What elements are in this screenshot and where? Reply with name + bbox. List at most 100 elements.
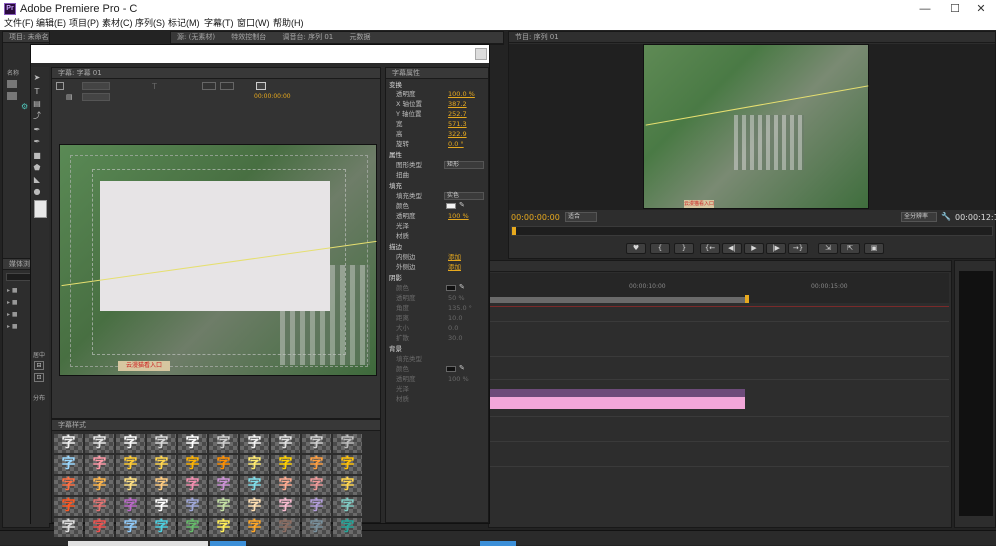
mark-in-button[interactable]: {	[650, 243, 670, 254]
prop-texture[interactable]: 材质	[386, 231, 490, 241]
shadow-color-swatch[interactable]	[446, 285, 456, 291]
title-style-swatch[interactable]: 字	[116, 518, 145, 537]
title-style-swatch[interactable]: 字	[147, 518, 176, 537]
title-style-swatch[interactable]: 字	[147, 476, 176, 495]
eyedropper-icon[interactable]: ✎	[459, 364, 465, 372]
rectangle-shape[interactable]	[100, 181, 330, 311]
tab-effect-controls[interactable]: 特效控制台	[231, 33, 266, 41]
background-timecode[interactable]: 00:00:00:00	[254, 93, 291, 100]
prop-distort[interactable]: 扭曲	[386, 170, 490, 180]
menu-clip[interactable]: 素材(C)	[102, 18, 133, 29]
title-style-swatch[interactable]: 字	[85, 476, 114, 495]
title-style-swatch[interactable]: 字	[178, 434, 207, 453]
zoom-fit-dropdown[interactable]: 适合	[565, 212, 597, 222]
center-horizontal-button[interactable]: ⊟	[34, 361, 44, 370]
font-family-dropdown[interactable]	[82, 82, 110, 90]
title-style-swatch[interactable]: 字	[240, 497, 269, 516]
title-style-swatch[interactable]: 字	[147, 497, 176, 516]
title-style-swatch[interactable]: 字	[54, 476, 83, 495]
fill-section[interactable]: 填充	[386, 181, 490, 191]
title-style-swatch[interactable]: 字	[178, 476, 207, 495]
title-style-swatch[interactable]: 字	[240, 434, 269, 453]
title-style-swatch[interactable]: 字	[302, 476, 331, 495]
menu-help[interactable]: 帮助(H)	[273, 18, 304, 29]
title-style-swatch[interactable]: 字	[116, 476, 145, 495]
title-style-swatch[interactable]: 字	[209, 476, 238, 495]
area-type-tool-icon[interactable]: ▤	[32, 99, 42, 108]
pen-tool-icon[interactable]: ✒	[32, 125, 42, 134]
x-position-value[interactable]: 387.2	[448, 99, 467, 109]
title-style-swatch[interactable]: 字	[333, 455, 362, 474]
menu-marker[interactable]: 标记(M)	[168, 18, 200, 29]
title-style-swatch[interactable]: 字	[302, 518, 331, 537]
minimize-button[interactable]: —	[910, 2, 940, 16]
title-style-swatch[interactable]: 字	[240, 476, 269, 495]
export-frame-button[interactable]: ▣	[864, 243, 884, 254]
title-style-swatch[interactable]: 字	[271, 434, 300, 453]
prop-bg-texture[interactable]: 材质	[386, 394, 490, 404]
fill-color-swatch[interactable]	[446, 203, 456, 209]
title-style-swatch[interactable]: 字	[85, 455, 114, 474]
attributes-section[interactable]: 属性	[386, 150, 490, 160]
roll-crawl-icon[interactable]: ▤	[66, 93, 73, 101]
y-position-value[interactable]: 252.7	[448, 109, 467, 119]
opacity-value[interactable]: 100.0 %	[448, 89, 475, 99]
program-scrubber[interactable]	[511, 226, 993, 236]
center-vertical-button[interactable]: ⊡	[34, 373, 44, 382]
lift-button[interactable]: ⇲	[818, 243, 838, 254]
title-style-swatch[interactable]: 字	[178, 497, 207, 516]
ellipse-tool-icon[interactable]: ●	[32, 187, 42, 196]
go-to-out-button[interactable]: →}	[788, 243, 808, 254]
title-style-swatch[interactable]: 字	[178, 455, 207, 474]
effects-folder[interactable]: ▸ ■	[7, 299, 31, 309]
fill-type-dropdown[interactable]: 实色	[444, 192, 484, 200]
strokes-section[interactable]: 描边	[386, 242, 490, 252]
menu-edit[interactable]: 编辑(E)	[36, 18, 66, 29]
menu-file[interactable]: 文件(F)	[4, 18, 34, 29]
title-style-swatch[interactable]: 字	[209, 497, 238, 516]
title-style-swatch[interactable]: 字	[240, 455, 269, 474]
tab-audio-mixer[interactable]: 调音台: 序列 01	[283, 33, 334, 41]
title-style-swatch[interactable]: 字	[302, 497, 331, 516]
path-type-tool-icon[interactable]: ⤴	[32, 111, 42, 120]
tab-project[interactable]: 项目: 未命名	[3, 32, 49, 43]
add-anchor-icon[interactable]: ✒	[32, 137, 42, 146]
title-style-swatch[interactable]: 字	[240, 518, 269, 537]
tab-title-properties[interactable]: 字幕属性	[386, 68, 488, 79]
tab-metadata[interactable]: 元数据	[349, 33, 370, 41]
menu-window[interactable]: 窗口(W)	[237, 18, 270, 29]
title-style-swatch[interactable]: 字	[209, 434, 238, 453]
effects-folder[interactable]: ▸ ■	[7, 323, 31, 333]
clip-title-header[interactable]	[489, 389, 745, 397]
type-tool-icon[interactable]: T	[32, 87, 42, 96]
menu-project[interactable]: 项目(P)	[69, 18, 99, 29]
title-style-swatch[interactable]: 字	[271, 518, 300, 537]
title-style-swatch[interactable]: 字	[302, 455, 331, 474]
title-style-swatch[interactable]: 字	[85, 518, 114, 537]
go-to-in-button[interactable]: {←	[700, 243, 720, 254]
work-area-end-handle[interactable]	[745, 295, 749, 303]
title-canvas[interactable]: 云漫猫看入口	[59, 144, 377, 376]
step-forward-button[interactable]: |▶	[766, 243, 786, 254]
rectangle-tool-icon[interactable]: ■	[32, 151, 42, 160]
time-ruler[interactable]: 00:00:10:00 00:00:15:00	[489, 273, 949, 303]
add-outer-stroke-link[interactable]: 添加	[448, 262, 461, 272]
title-style-swatch[interactable]: 字	[54, 518, 83, 537]
font-style-dropdown[interactable]	[82, 93, 110, 101]
prop-bg-sheen[interactable]: 光泽	[386, 384, 490, 394]
eyedropper-icon[interactable]: ✎	[459, 283, 465, 291]
shadow-section[interactable]: 阴影	[386, 273, 490, 283]
playback-resolution-dropdown[interactable]: 全分辨率	[901, 212, 937, 222]
step-back-button[interactable]: ◀|	[722, 243, 742, 254]
menu-title[interactable]: 字幕(T)	[204, 18, 234, 29]
width-value[interactable]: 571.3	[448, 119, 467, 129]
selection-tool-icon[interactable]: ➤	[32, 73, 42, 82]
effects-folder[interactable]: ▸ ■	[7, 287, 31, 297]
wedge-tool-icon[interactable]: ◣	[32, 175, 42, 184]
title-style-swatch[interactable]: 字	[54, 434, 83, 453]
title-clip[interactable]	[489, 397, 745, 409]
clipped-rect-tool-icon[interactable]: ⬟	[32, 163, 42, 172]
title-style-swatch[interactable]: 字	[271, 455, 300, 474]
title-style-swatch[interactable]: 字	[333, 497, 362, 516]
tab-program[interactable]: 节目: 序列 01	[515, 33, 559, 41]
